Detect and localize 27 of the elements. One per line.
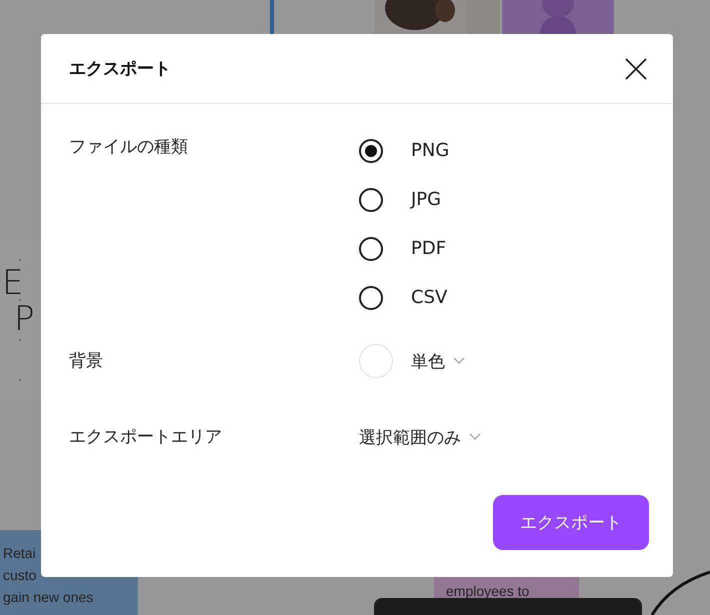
radio-option[interactable]: PDF	[359, 234, 645, 263]
curve-drawing	[650, 570, 710, 615]
radio-button[interactable]	[359, 138, 383, 162]
radio-button[interactable]	[359, 188, 383, 212]
note-text: employees to	[446, 582, 530, 601]
color-swatch[interactable]	[359, 344, 393, 378]
color-dropdown[interactable]: 単色	[411, 350, 465, 372]
field-label: ファイルの種類	[69, 136, 189, 159]
radio-button[interactable]	[359, 236, 383, 260]
area-dropdown[interactable]: 選択範囲のみ	[359, 426, 645, 448]
handwriting-text: P	[14, 300, 35, 338]
note-text: gain new ones	[3, 588, 94, 607]
handwriting-text: E	[2, 264, 24, 302]
dialog-title: エクスポート	[69, 58, 171, 80]
note-text: Retai	[3, 544, 37, 563]
field-label: 背景	[69, 350, 104, 373]
field-label: エクスポートエリア	[69, 426, 223, 449]
close-icon	[625, 58, 647, 80]
close-button[interactable]	[623, 56, 649, 82]
radio-option[interactable]: PNG	[359, 136, 645, 165]
chevron-icon	[469, 433, 481, 441]
radio-button[interactable]	[359, 286, 383, 310]
export-button[interactable]: エクスポート	[493, 495, 649, 550]
note-text: custo	[3, 566, 38, 585]
radio-option[interactable]: CSV	[359, 283, 645, 312]
chevron-icon	[453, 357, 465, 365]
radio-option[interactable]: JPG	[359, 185, 645, 214]
